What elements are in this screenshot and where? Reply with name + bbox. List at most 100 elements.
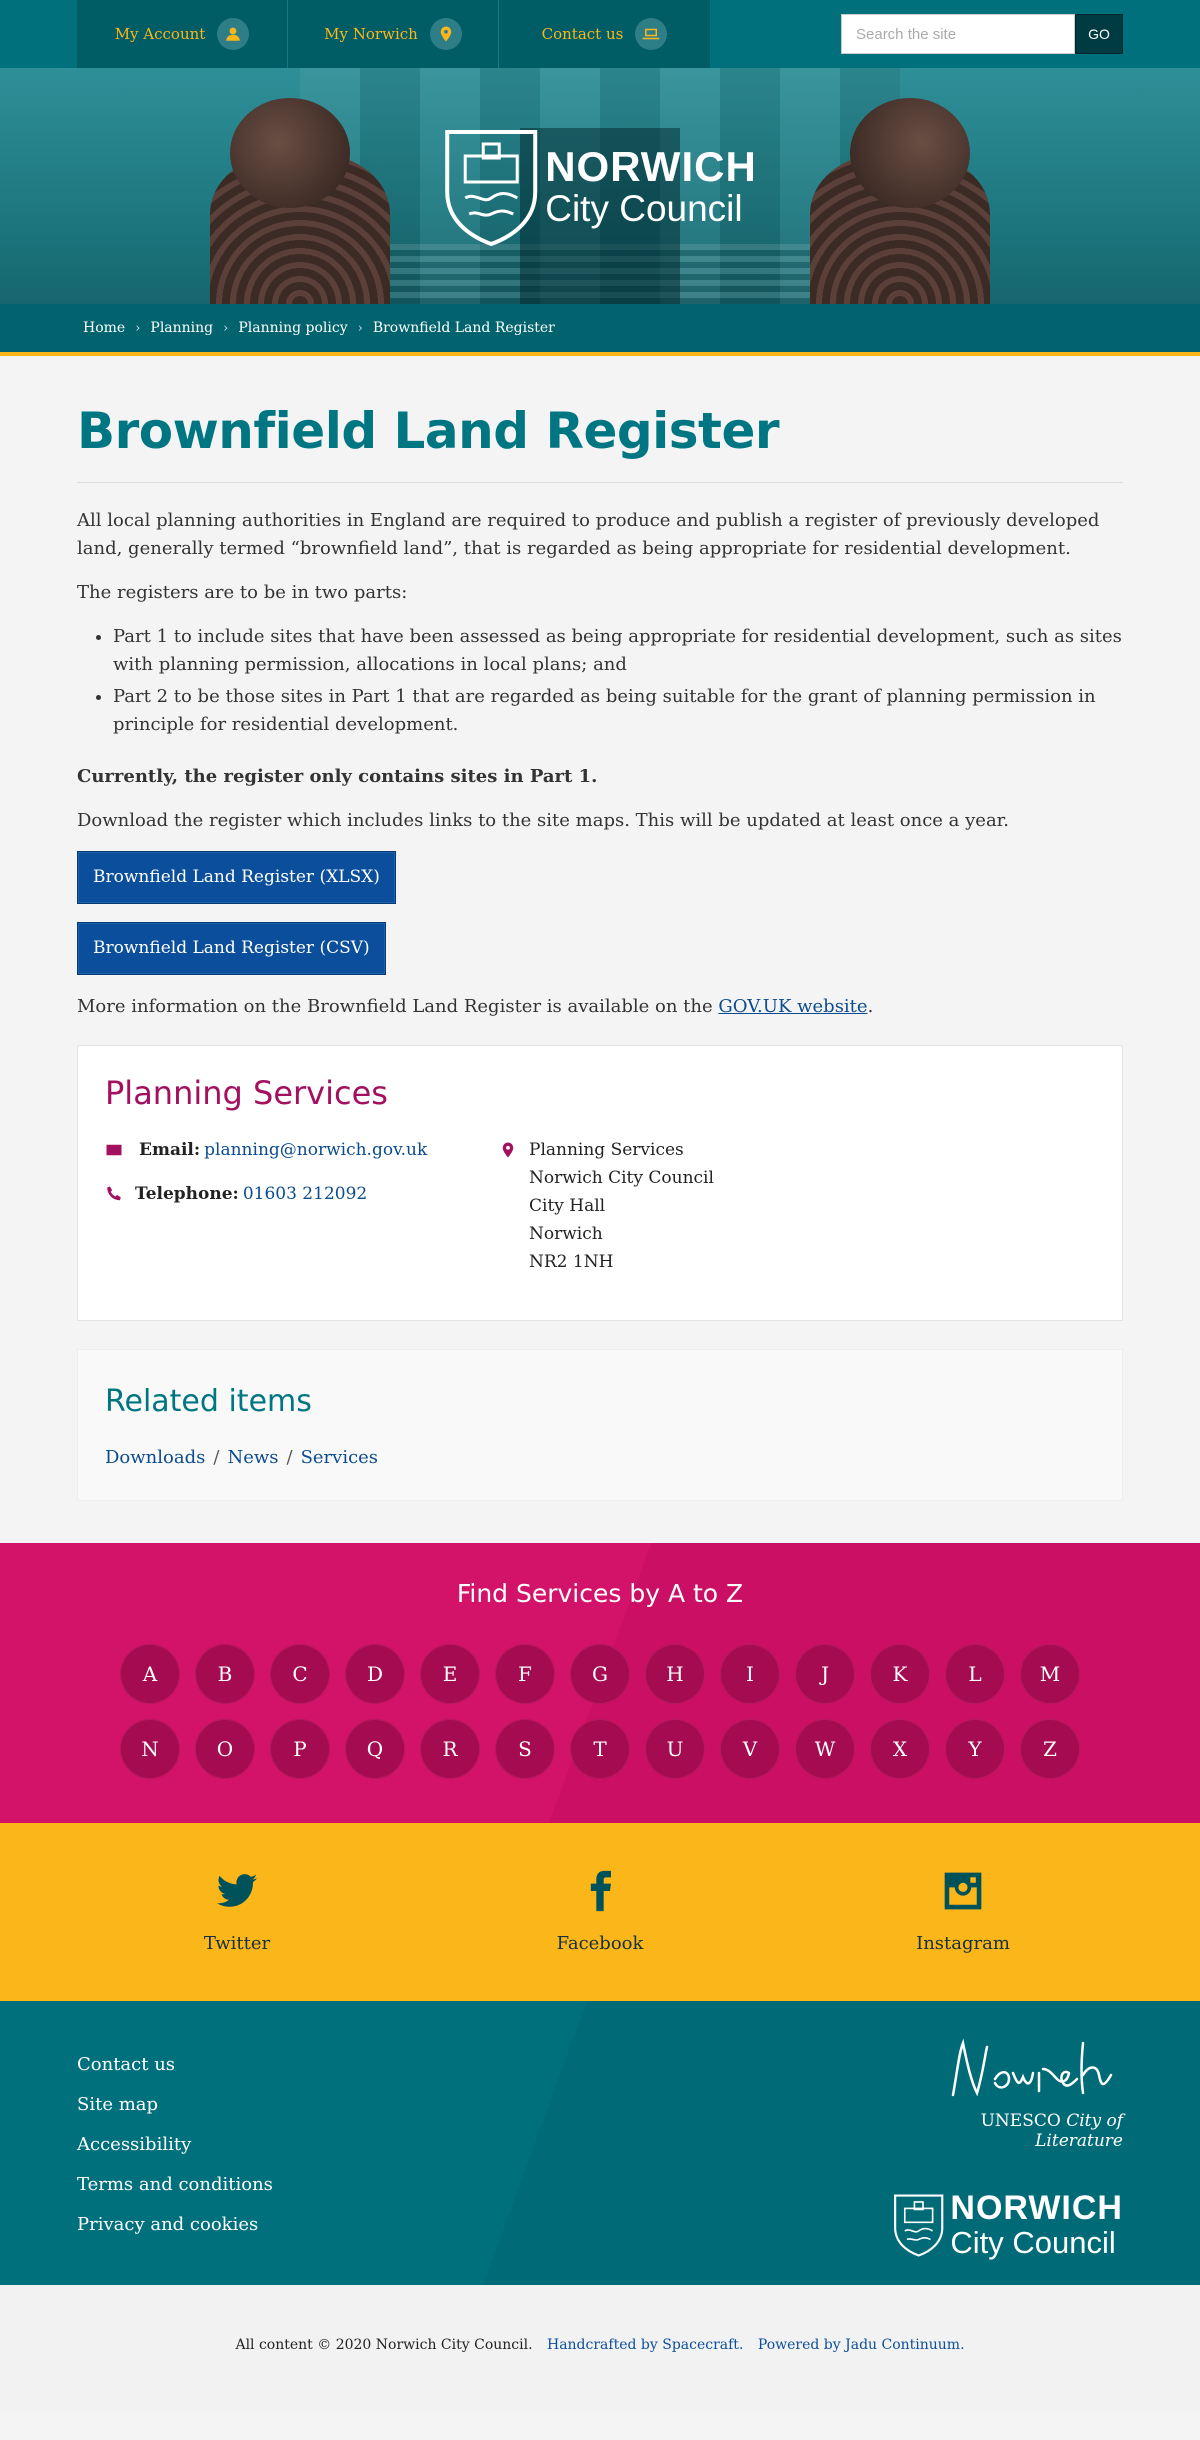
my-norwich-link[interactable]: My Norwich [288,0,499,68]
email-label: Email: [139,1140,201,1160]
letter-s-button[interactable]: S [495,1719,555,1779]
address-line: City Hall [529,1196,606,1216]
letter-m-button[interactable]: M [1020,1644,1080,1704]
phone-link[interactable]: 01603 212092 [243,1180,367,1208]
related-downloads-link[interactable]: Downloads [105,1447,205,1468]
search-go-button[interactable]: GO [1075,14,1123,54]
my-account-link[interactable]: My Account [77,0,288,68]
search-input[interactable] [841,14,1075,54]
crest-icon [445,130,538,246]
email-row: Email: planning@norwich.gov.uk [105,1136,499,1168]
list-item: Part 1 to include sites that have been a… [113,623,1123,679]
more-info-end: . [867,996,874,1017]
register-status: Currently, the register only contains si… [77,766,598,787]
govuk-link[interactable]: GOV.UK website [718,996,867,1017]
contact-us-label: Contact us [541,25,624,43]
related-items: Related items Downloads / News / Services [77,1349,1123,1501]
letter-g-button[interactable]: G [570,1644,630,1704]
phone-row: Telephone: 01603 212092 [105,1180,499,1212]
parts-intro: The registers are to be in two parts: [77,582,408,603]
top-bar: My Account My Norwich Contact us GO [0,0,1200,68]
breadcrumb-current: Brownfield Land Register [372,320,555,336]
letter-y-button[interactable]: Y [945,1719,1005,1779]
a-to-z-letters: ABCDEFGHIJKLM NOPQRSTUVWXYZ [110,1644,1090,1779]
related-news-link[interactable]: News [227,1447,278,1468]
jadu-link[interactable]: Powered by Jadu Continuum. [758,2337,965,2353]
chevron-right-icon: › [223,320,229,336]
letter-q-button[interactable]: Q [345,1719,405,1779]
facebook-label: Facebook [556,1933,644,1954]
letter-l-button[interactable]: L [945,1644,1005,1704]
spacecraft-link[interactable]: Handcrafted by Spacecraft. [547,2337,743,2353]
letter-h-button[interactable]: H [645,1644,705,1704]
logo-line-1: NORWICH [950,2189,1123,2227]
council-logo[interactable]: NORWICH City Council [443,128,757,246]
logo-line-1: NORWICH [545,143,757,190]
copyright-text: All content © 2020 Norwich City Council. [235,2337,533,2353]
chevron-right-icon: › [357,320,363,336]
related-title: Related items [105,1384,312,1419]
letter-a-button[interactable]: A [120,1644,180,1704]
lion-statue-right [810,98,1000,304]
instagram-label: Instagram [916,1933,1010,1954]
related-services-link[interactable]: Services [301,1447,378,1468]
letter-b-button[interactable]: B [195,1644,255,1704]
footer-council-logo[interactable]: NORWICH City Council [893,2175,1123,2275]
hero-banner: NORWICH City Council [0,68,1200,304]
letter-z-button[interactable]: Z [1020,1719,1080,1779]
letter-w-button[interactable]: W [795,1719,855,1779]
letter-x-button[interactable]: X [870,1719,930,1779]
contact-card: Planning Services Email: planning@norwic… [77,1045,1123,1321]
copyright-bar: All content © 2020 Norwich City Council.… [0,2285,1200,2413]
breadcrumb-home[interactable]: Home [83,320,125,336]
address-line: Planning Services [529,1140,684,1160]
more-info-text: More information on the Brownfield Land … [77,996,719,1017]
instagram-link[interactable]: Instagram [883,1869,1043,1954]
letter-i-button[interactable]: I [720,1644,780,1704]
unesco-label: UNESCO [980,2111,1061,2131]
social-section: Twitter Facebook Instagram [0,1823,1200,2001]
lion-statue-left [200,98,390,304]
instagram-icon [944,1872,982,1910]
download-csv-button[interactable]: Brownfield Land Register (CSV) [77,922,386,975]
crest-icon [894,2194,944,2257]
my-norwich-label: My Norwich [324,25,418,43]
facebook-link[interactable]: Facebook [520,1869,680,1954]
letter-f-button[interactable]: F [495,1644,555,1704]
letter-k-button[interactable]: K [870,1644,930,1704]
parts-list: Part 1 to include sites that have been a… [113,623,1123,739]
letter-d-button[interactable]: D [345,1644,405,1704]
letter-t-button[interactable]: T [570,1719,630,1779]
a-to-z-section: Find Services by A to Z ABCDEFGHIJKLM NOP… [0,1543,1200,1823]
letter-o-button[interactable]: O [195,1719,255,1779]
letter-v-button[interactable]: V [720,1719,780,1779]
unesco-text: UNESCO City of Literature [893,2111,1123,2151]
envelope-icon [105,1136,139,1168]
address-block: Planning Services Norwich City Council C… [499,1136,714,1276]
letter-c-button[interactable]: C [270,1644,330,1704]
breadcrumb-planning-policy[interactable]: Planning policy [238,320,347,336]
logo-line-2: City Council [950,2225,1116,2260]
letter-n-button[interactable]: N [120,1719,180,1779]
contact-us-link[interactable]: Contact us [499,0,710,68]
letter-e-button[interactable]: E [420,1644,480,1704]
separator: / [213,1447,220,1468]
separator: / [286,1447,293,1468]
letter-r-button[interactable]: R [420,1719,480,1779]
letter-j-button[interactable]: J [795,1644,855,1704]
letter-u-button[interactable]: U [645,1719,705,1779]
site-search: GO [841,14,1123,54]
address-line: Norwich City Council [529,1168,714,1188]
top-nav: My Account My Norwich Contact us [77,0,710,68]
user-icon [217,18,250,50]
email-link[interactable]: planning@norwich.gov.uk [204,1136,427,1164]
intro-paragraph: All local planning authorities in Englan… [77,510,1100,559]
logo-line-2: City Council [545,188,743,229]
download-xlsx-button[interactable]: Brownfield Land Register (XLSX) [77,851,396,904]
breadcrumb-planning[interactable]: Planning [150,320,213,336]
site-footer: Contact us Site map Accessibility Terms … [0,2001,1200,2285]
letter-p-button[interactable]: P [270,1719,330,1779]
twitter-link[interactable]: Twitter [157,1869,317,1954]
download-text: Download the register which includes lin… [77,810,1010,831]
norwich-signature-logo [951,2038,1113,2097]
